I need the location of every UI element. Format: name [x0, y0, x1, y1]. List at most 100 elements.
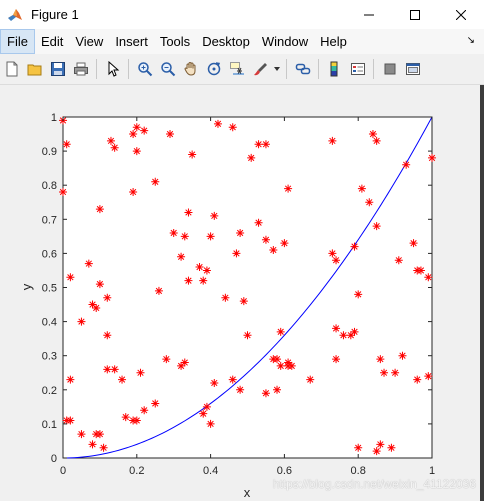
figure-toolbar: [0, 54, 484, 85]
data-cursor-button[interactable]: [226, 58, 248, 80]
data-point: [221, 293, 230, 302]
menu-bar: File Edit View Insert Tools Desktop Wind…: [0, 29, 484, 54]
watermark-text: https://blog.csdn.net/weixin_41122036: [272, 477, 476, 491]
print-icon: [74, 62, 88, 76]
menu-edit[interactable]: Edit: [35, 29, 69, 54]
x-tick-label: 0.8: [351, 465, 366, 477]
chevron-down-icon: [274, 67, 280, 71]
zoom-in-icon: [138, 62, 153, 77]
data-point: [202, 266, 211, 275]
hide-plot-tools-button[interactable]: [379, 58, 401, 80]
close-button[interactable]: [438, 0, 484, 29]
data-point: [243, 331, 252, 340]
x-tick-label: 1: [429, 465, 435, 477]
y-tick-label: 0.3: [42, 351, 57, 363]
axes-background: [62, 116, 433, 459]
maximize-button[interactable]: [392, 0, 438, 29]
data-point: [121, 413, 130, 422]
menu-help[interactable]: Help: [314, 29, 353, 54]
y-tick-label: 0.8: [42, 180, 57, 192]
data-point: [365, 198, 374, 207]
dock-arrow-icon[interactable]: ↘: [467, 35, 475, 46]
data-point: [202, 402, 211, 411]
data-point: [354, 290, 363, 299]
data-point: [376, 355, 385, 364]
title-bar: Figure 1: [0, 0, 484, 29]
link-plot-icon: [295, 63, 311, 75]
data-point: [273, 385, 282, 394]
save-icon: [51, 62, 65, 76]
data-point: [424, 273, 433, 282]
zoom-out-button[interactable]: [157, 58, 179, 80]
y-tick-label: 0.7: [42, 214, 57, 226]
data-point: [177, 252, 186, 261]
data-point: [332, 324, 341, 333]
rotate-3d-button[interactable]: [203, 58, 225, 80]
legend-button[interactable]: [347, 58, 369, 80]
zoom-out-icon: [161, 62, 176, 77]
data-point: [199, 276, 208, 285]
pan-button[interactable]: [180, 58, 202, 80]
data-point: [95, 280, 104, 289]
brush-dropdown-button[interactable]: [272, 58, 282, 80]
colorbar-button[interactable]: [324, 58, 346, 80]
data-point: [380, 368, 389, 377]
new-figure-button[interactable]: [1, 58, 23, 80]
data-point: [350, 242, 359, 251]
x-tick-label: 0.2: [129, 465, 144, 477]
data-point: [354, 443, 363, 452]
x-tick-label: 0.6: [277, 465, 292, 477]
select-arrow-icon: [108, 61, 120, 77]
select-arrow-button[interactable]: [102, 58, 124, 80]
scatter-plot[interactable]: 0 0.2 0.4 0.6 0.8 1 0 0.1 0.2 0.3 0.4 0.5 0.6 0.7 0.8…: [0, 85, 484, 501]
close-icon: [456, 9, 466, 20]
menu-desktop[interactable]: Desktop: [196, 29, 256, 54]
menu-file[interactable]: File: [0, 29, 35, 54]
menu-insert[interactable]: Insert: [109, 29, 154, 54]
minimize-button[interactable]: [346, 0, 392, 29]
link-plot-button[interactable]: [292, 58, 314, 80]
data-point: [306, 375, 315, 384]
y-tick-label: 0.4: [42, 317, 57, 329]
data-point: [284, 361, 293, 370]
menu-window[interactable]: Window: [256, 29, 314, 54]
y-axis-label: y: [19, 283, 34, 290]
data-point: [239, 297, 248, 306]
data-point: [387, 443, 396, 452]
brush-button[interactable]: [249, 58, 271, 80]
y-tick-label: 0: [51, 453, 57, 465]
y-tick-label: 0.2: [42, 385, 57, 397]
toolbar-separator: [318, 59, 319, 79]
data-cursor-icon: [230, 62, 244, 75]
data-point: [332, 355, 341, 364]
y-tick-label: 0.5: [42, 283, 57, 295]
data-point: [273, 355, 282, 364]
minimize-icon: [364, 14, 374, 15]
background-edge: [480, 85, 484, 501]
open-file-button[interactable]: [24, 58, 46, 80]
zoom-in-button[interactable]: [134, 58, 156, 80]
menu-tools[interactable]: Tools: [154, 29, 196, 54]
data-point: [409, 239, 418, 248]
toolbar-separator: [286, 59, 287, 79]
data-point: [154, 286, 163, 295]
maximize-icon: [410, 9, 420, 20]
brush-icon: [254, 63, 267, 76]
data-point: [424, 372, 433, 381]
data-point: [413, 375, 422, 384]
data-point: [394, 256, 403, 265]
data-point: [391, 368, 400, 377]
print-button[interactable]: [70, 58, 92, 80]
colorbar-icon: [330, 61, 338, 77]
x-tick-label: 0: [60, 465, 66, 477]
save-button[interactable]: [47, 58, 69, 80]
y-tick-label: 0.1: [42, 419, 57, 431]
show-plot-tools-icon: [406, 63, 420, 75]
menu-view[interactable]: View: [69, 29, 109, 54]
rotate-3d-icon: [207, 62, 221, 76]
data-point: [169, 228, 178, 237]
data-point: [339, 331, 348, 340]
open-file-icon: [27, 64, 42, 76]
show-plot-tools-button[interactable]: [402, 58, 424, 80]
figure-canvas[interactable]: 0 0.2 0.4 0.6 0.8 1 0 0.1 0.2 0.3 0.4 0.5 0.6 0.7 0.8…: [0, 85, 484, 501]
